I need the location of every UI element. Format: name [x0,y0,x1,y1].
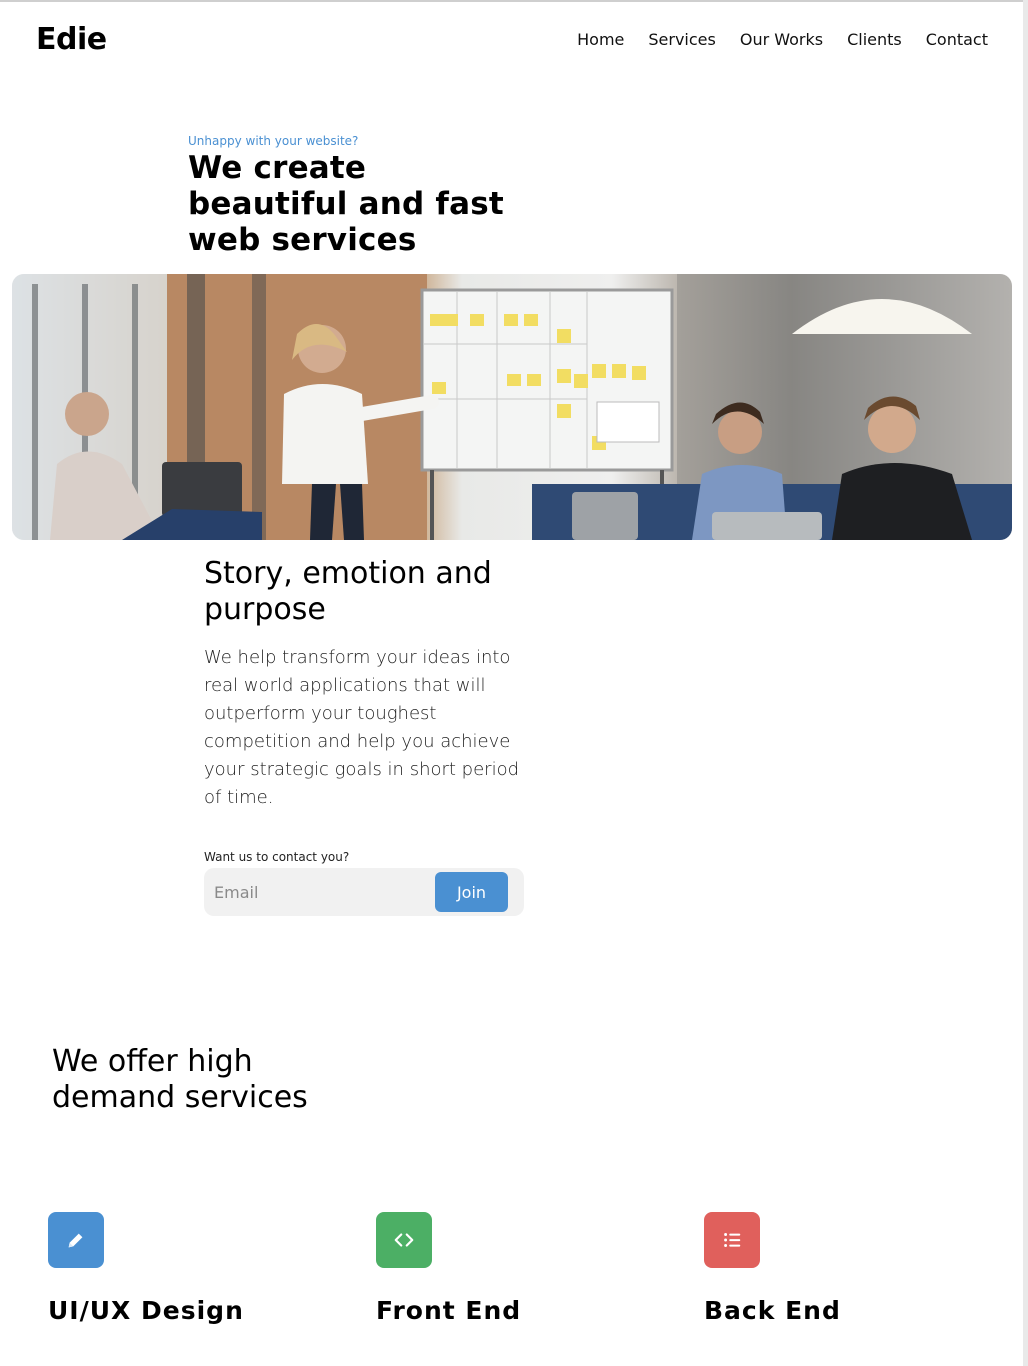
brand-logo[interactable]: Edie [36,22,107,57]
offer-title: We offer high demand services [52,1044,308,1115]
service-back-end: Back End [704,1212,964,1325]
hero-eyebrow: Unhappy with your website? [188,134,359,148]
hero-title: We create beautiful and fast web service… [188,150,504,258]
contact-form: Join [204,868,524,916]
nav-item-home[interactable]: Home [577,30,624,49]
nav-item-contact[interactable]: Contact [926,30,988,49]
window-top-border [0,0,1028,2]
contact-label: Want us to contact you? [204,850,350,864]
hero-team-photo [12,274,1012,540]
nav-item-services[interactable]: Services [648,30,715,49]
code-icon [376,1212,432,1268]
join-button[interactable]: Join [435,872,508,912]
nav-item-clients[interactable]: Clients [847,30,902,49]
service-ui-ux-design: UI/UX Design [48,1212,308,1325]
service-front-end: Front End [376,1212,636,1325]
story-body: We help transform your ideas into real w… [204,647,520,808]
service-title: Front End [376,1296,522,1325]
story-title: Story, emotion and purpose [204,556,492,627]
list-icon [704,1212,760,1268]
service-title: Back End [704,1296,841,1325]
nav-item-our-works[interactable]: Our Works [740,30,823,49]
team-photo-illustration [12,274,1012,540]
service-title: UI/UX Design [48,1296,244,1325]
scrollbar-track[interactable] [1023,0,1028,1366]
pencil-icon [48,1212,104,1268]
main-nav: Home Services Our Works Clients Contact [577,30,988,49]
email-input[interactable] [214,876,424,908]
